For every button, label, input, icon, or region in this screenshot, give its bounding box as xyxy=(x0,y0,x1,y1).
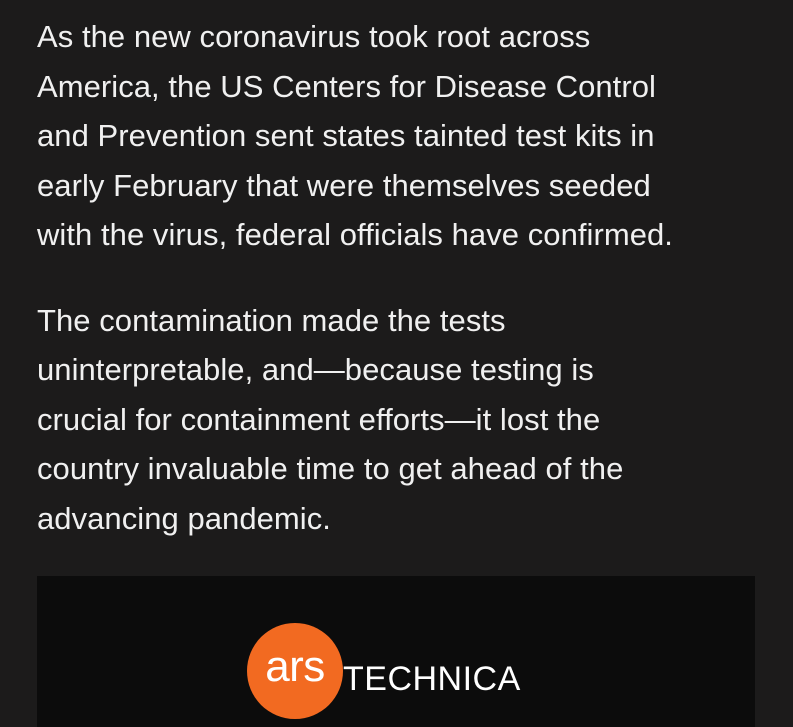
article-paragraph-1: As the new coronavirus took root across … xyxy=(37,19,673,252)
ars-technica-logo: ars TECHNICA xyxy=(247,623,607,727)
logo-technica-text: TECHNICA xyxy=(343,660,521,698)
ars-technica-banner[interactable]: ars TECHNICA xyxy=(37,576,755,727)
article-paragraph-2: The contamination made the tests uninter… xyxy=(37,302,624,536)
article-body: As the new coronavirus took root across … xyxy=(37,12,777,543)
logo-ars-text: ars xyxy=(265,642,325,691)
